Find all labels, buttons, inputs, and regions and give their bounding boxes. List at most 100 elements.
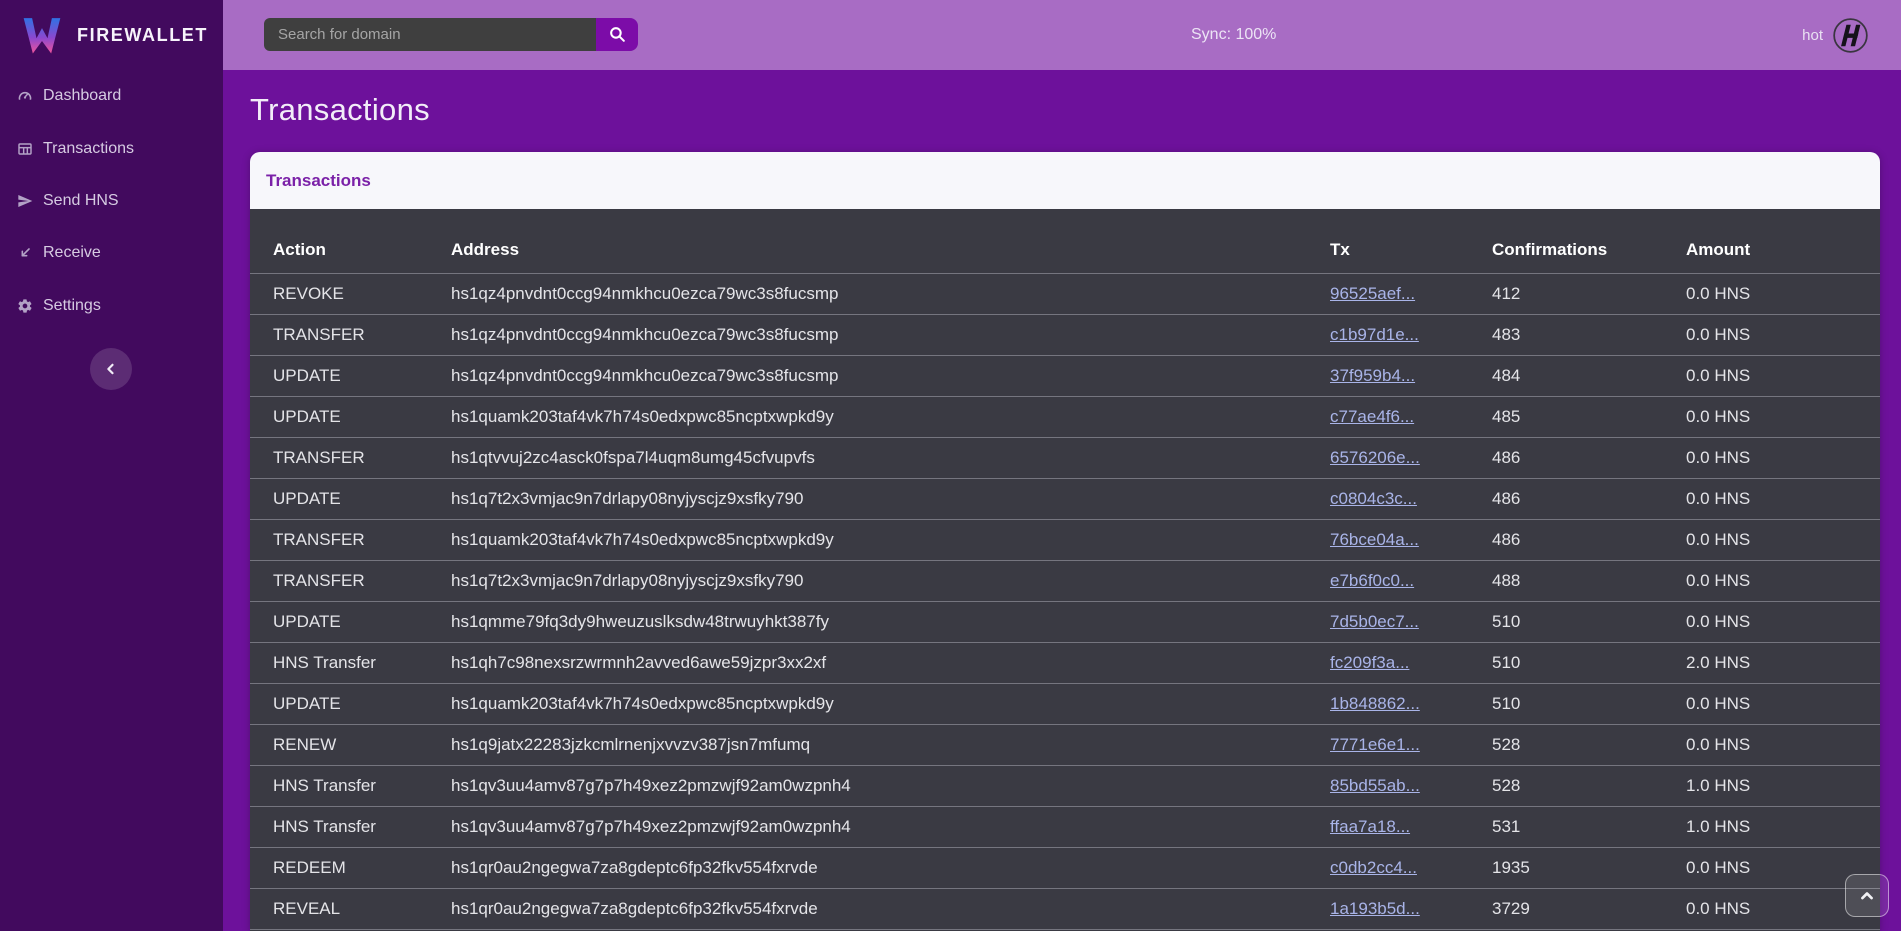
search-input[interactable] [264,18,596,51]
action-cell: TRANSFER [250,315,451,356]
table-row: REVEAL hs1qr0au2ngegwa7za8gdeptc6fp32fkv… [250,889,1880,930]
column-header-tx: Tx [1330,209,1492,274]
tx-link[interactable]: 96525aef... [1330,284,1415,303]
address-cell: hs1qz4pnvdnt0ccg94nmkhcu0ezca79wc3s8fucs… [451,356,1330,397]
tx-link[interactable]: 1a193b5d... [1330,899,1420,918]
table-header-row: Action Address Tx Confirmations Amount [250,209,1880,274]
action-cell: TRANSFER [250,520,451,561]
sidebar-collapse-button[interactable] [90,348,132,390]
confirmations-cell: 3729 [1492,889,1686,930]
column-header-amount: Amount [1686,209,1880,274]
sidebar-item-receive[interactable]: Receive [0,227,223,279]
column-header-action: Action [250,209,451,274]
sidebar-item-settings[interactable]: Settings [0,280,223,332]
transactions-icon [17,141,33,157]
tx-link[interactable]: c1b97d1e... [1330,325,1419,344]
sidebar-item-dashboard[interactable]: Dashboard [0,70,223,122]
amount-cell: 0.0 HNS [1686,479,1880,520]
sidebar-item-transactions[interactable]: Transactions [0,122,223,174]
table-row: TRANSFER hs1qtvvuj2zc4asck0fspa7l4uqm8um… [250,438,1880,479]
tx-link[interactable]: c0db2cc4... [1330,858,1417,877]
address-cell: hs1qmme79fq3dy9hweuzuslksdw48trwuyhkt387… [451,602,1330,643]
address-cell: hs1qr0au2ngegwa7za8gdeptc6fp32fkv554fxrv… [451,848,1330,889]
brand-name: FIREWALLET [77,25,208,46]
handshake-logo-icon[interactable] [1833,18,1868,53]
action-cell: RENEW [250,725,451,766]
confirmations-cell: 484 [1492,356,1686,397]
column-header-confirmations: Confirmations [1492,209,1686,274]
transactions-table: Action Address Tx Confirmations Amount R… [250,209,1880,930]
address-cell: hs1qz4pnvdnt0ccg94nmkhcu0ezca79wc3s8fucs… [451,315,1330,356]
amount-cell: 0.0 HNS [1686,602,1880,643]
table-row: HNS Transfer hs1qv3uu4amv87g7p7h49xez2pm… [250,766,1880,807]
tx-link[interactable]: 6576206e... [1330,448,1420,467]
tx-link[interactable]: 85bd55ab... [1330,776,1420,795]
sidebar: FIREWALLET Dashboard Transactions Send H… [0,0,223,931]
transactions-card: Transactions Action Address Tx Confirmat… [250,152,1880,931]
tx-link[interactable]: 7771e6e1... [1330,735,1420,754]
table-row: UPDATE hs1quamk203taf4vk7h74s0edxpwc85nc… [250,684,1880,725]
amount-cell: 1.0 HNS [1686,807,1880,848]
sidebar-item-send-hns[interactable]: Send HNS [0,175,223,227]
brand: FIREWALLET [0,0,223,70]
tx-link[interactable]: ffaa7a18... [1330,817,1410,836]
sidebar-item-label: Dashboard [43,87,121,105]
amount-cell: 0.0 HNS [1686,725,1880,766]
sidebar-item-label: Settings [43,297,101,315]
table-row: REVOKE hs1qz4pnvdnt0ccg94nmkhcu0ezca79wc… [250,274,1880,315]
table-row: UPDATE hs1qmme79fq3dy9hweuzuslksdw48trwu… [250,602,1880,643]
card-header: Transactions [250,152,1880,209]
address-cell: hs1quamk203taf4vk7h74s0edxpwc85ncptxwpkd… [451,684,1330,725]
wallet-name: hot [1802,27,1823,44]
confirmations-cell: 528 [1492,725,1686,766]
address-cell: hs1quamk203taf4vk7h74s0edxpwc85ncptxwpkd… [451,397,1330,438]
action-cell: UPDATE [250,479,451,520]
tx-link[interactable]: c77ae4f6... [1330,407,1414,426]
tx-link[interactable]: fc209f3a... [1330,653,1409,672]
tx-link[interactable]: 37f959b4... [1330,366,1415,385]
amount-cell: 0.0 HNS [1686,397,1880,438]
sidebar-item-label: Receive [43,244,101,262]
confirmations-cell: 531 [1492,807,1686,848]
amount-cell: 1.0 HNS [1686,766,1880,807]
action-cell: UPDATE [250,602,451,643]
card-title: Transactions [266,171,371,191]
tx-link[interactable]: 1b848862... [1330,694,1420,713]
tx-link[interactable]: e7b6f0c0... [1330,571,1414,590]
send-icon [17,193,33,209]
amount-cell: 0.0 HNS [1686,561,1880,602]
domain-search [264,18,638,51]
confirmations-cell: 412 [1492,274,1686,315]
main-content: Transactions Transactions Action Address… [223,70,1901,931]
scroll-to-top-button[interactable] [1845,874,1889,917]
sync-status: Sync: 100% [1191,0,1276,70]
transactions-table-body: REVOKE hs1qz4pnvdnt0ccg94nmkhcu0ezca79wc… [250,274,1880,930]
table-row: RENEW hs1q9jatx22283jzkcmlrnenjxvvzv387j… [250,725,1880,766]
wallet-indicator: hot [1802,0,1868,70]
table-row: UPDATE hs1qz4pnvdnt0ccg94nmkhcu0ezca79wc… [250,356,1880,397]
sidebar-nav: Dashboard Transactions Send HNS Receive … [0,70,223,332]
confirmations-cell: 488 [1492,561,1686,602]
table-row: UPDATE hs1quamk203taf4vk7h74s0edxpwc85nc… [250,397,1880,438]
amount-cell: 0.0 HNS [1686,684,1880,725]
action-cell: UPDATE [250,397,451,438]
action-cell: REVOKE [250,274,451,315]
address-cell: hs1q7t2x3vmjac9n7drlapy08nyjyscjz9xsfky7… [451,479,1330,520]
table-row: TRANSFER hs1q7t2x3vmjac9n7drlapy08nyjysc… [250,561,1880,602]
search-icon [608,25,627,44]
action-cell: REDEEM [250,848,451,889]
tx-link[interactable]: 76bce04a... [1330,530,1419,549]
action-cell: UPDATE [250,356,451,397]
table-row: REDEEM hs1qr0au2ngegwa7za8gdeptc6fp32fkv… [250,848,1880,889]
tx-link[interactable]: 7d5b0ec7... [1330,612,1419,631]
action-cell: TRANSFER [250,438,451,479]
amount-cell: 0.0 HNS [1686,520,1880,561]
search-button[interactable] [596,18,638,51]
confirmations-cell: 1935 [1492,848,1686,889]
tx-link[interactable]: c0804c3c... [1330,489,1417,508]
amount-cell: 0.0 HNS [1686,315,1880,356]
confirmations-cell: 510 [1492,684,1686,725]
chevron-up-icon [1857,886,1877,906]
address-cell: hs1q7t2x3vmjac9n7drlapy08nyjyscjz9xsfky7… [451,561,1330,602]
address-cell: hs1qz4pnvdnt0ccg94nmkhcu0ezca79wc3s8fucs… [451,274,1330,315]
